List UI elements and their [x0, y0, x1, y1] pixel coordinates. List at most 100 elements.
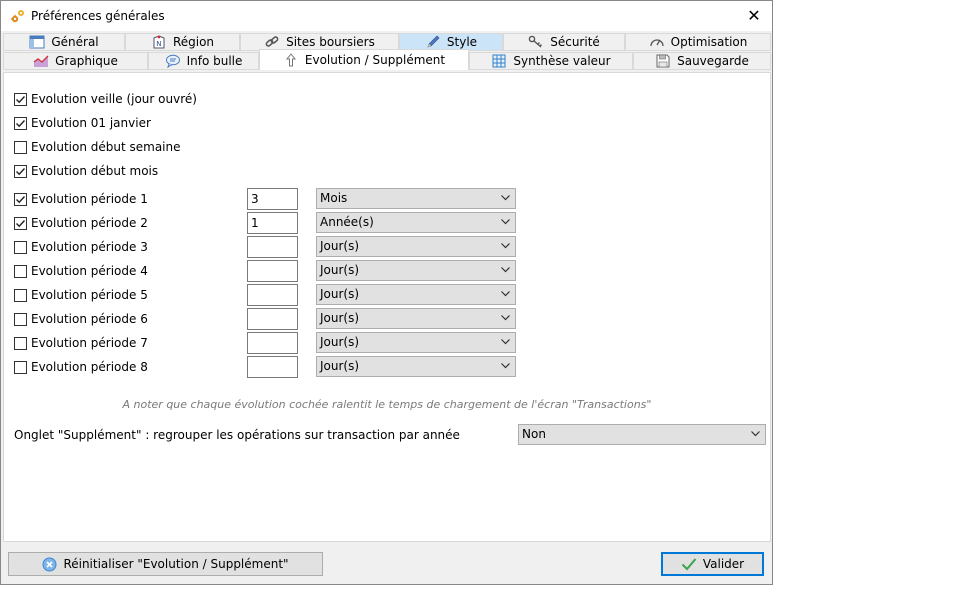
checkbox-row-evolution-01-janvier[interactable]: Evolution 01 janvier [14, 114, 151, 132]
window-icon [29, 35, 45, 49]
checkbox-label: Evolution début semaine [31, 140, 181, 154]
tab-general[interactable]: Général [3, 33, 125, 51]
periode-7-value-input[interactable] [247, 332, 298, 354]
tab-securite[interactable]: Sécurité [503, 33, 625, 51]
gears-icon [11, 10, 24, 23]
periode-7-unit-select[interactable]: Jour(s) [316, 332, 516, 353]
checkbox-label: Evolution période 1 [31, 192, 148, 206]
tab-label: Style [446, 35, 478, 49]
checkbox-label: Evolution période 7 [31, 336, 148, 350]
checkbox-row-periode-2[interactable]: Evolution période 2 [14, 214, 148, 232]
reset-button[interactable]: Réinitialiser "Evolution / Supplément" [8, 552, 323, 576]
periode-4-value-input[interactable] [247, 260, 298, 282]
checkmark-icon [16, 195, 26, 203]
tab-sauvegarde[interactable]: Sauvegarde [633, 52, 771, 70]
checkbox[interactable] [14, 140, 27, 154]
checkbox[interactable] [14, 216, 27, 230]
checkbox-label: Evolution période 8 [31, 360, 148, 374]
periode-8-unit-select[interactable]: Jour(s) [316, 356, 516, 377]
grid-icon [491, 54, 507, 68]
onglet-supplement-label: Onglet "Supplément" : regrouper les opér… [14, 428, 460, 442]
periode-1-unit-select[interactable]: Mois [316, 188, 516, 209]
chevron-down-icon [501, 315, 510, 321]
checkbox-label: Evolution période 6 [31, 312, 148, 326]
periode-4-unit-select[interactable]: Jour(s) [316, 260, 516, 281]
periode-3-value-input[interactable] [247, 236, 298, 258]
performance-note: A noter que chaque évolution cochée rale… [122, 398, 652, 411]
link-icon [264, 35, 280, 49]
checkbox-row-evolution-debut-semaine[interactable]: Evolution début semaine [14, 138, 181, 156]
region-icon: N [151, 35, 167, 49]
checkbox[interactable] [14, 192, 27, 206]
tab-label: Graphique [55, 54, 118, 68]
tab-label: Optimisation [670, 35, 748, 49]
periode-3-unit-select[interactable]: Jour(s) [316, 236, 516, 257]
periode-6-value-input[interactable] [247, 308, 298, 330]
checkbox-row-periode-5[interactable]: Evolution période 5 [14, 286, 148, 304]
floppy-icon [655, 54, 671, 68]
checkbox[interactable] [14, 164, 27, 178]
chevron-down-icon [501, 195, 510, 201]
checkmark-icon [16, 119, 26, 127]
checkbox-row-periode-1[interactable]: Evolution période 1 [14, 190, 148, 208]
periode-2-unit-select[interactable]: Année(s) [316, 212, 516, 233]
validate-button-label: Valider [702, 557, 745, 571]
checkbox[interactable] [14, 336, 27, 350]
reset-icon [42, 557, 57, 571]
checkbox[interactable] [14, 360, 27, 374]
checkmark-icon [16, 167, 26, 175]
tab-optimisation[interactable]: Optimisation [625, 33, 771, 51]
tab-label: Sécurité [550, 35, 600, 49]
chart-icon [33, 54, 49, 68]
periode-1-value-input[interactable]: 3 [247, 188, 298, 210]
close-icon: ✕ [747, 6, 761, 25]
checkbox-row-periode-7[interactable]: Evolution période 7 [14, 334, 148, 352]
checkbox[interactable] [14, 264, 27, 278]
checkbox-label: Evolution 01 janvier [31, 116, 151, 130]
select-value: Année(s) [320, 215, 374, 229]
tab-label: Sites boursiers [286, 35, 375, 49]
checkbox[interactable] [14, 240, 27, 254]
periode-5-value-input[interactable] [247, 284, 298, 306]
periode-2-value-input[interactable]: 1 [247, 212, 298, 234]
select-value: Non [522, 427, 546, 441]
checkbox-row-evolution-veille[interactable]: Evolution veille (jour ouvré) [14, 90, 197, 108]
checkbox-row-periode-6[interactable]: Evolution période 6 [14, 310, 148, 328]
tab-label: Région [172, 35, 215, 49]
periode-5-unit-select[interactable]: Jour(s) [316, 284, 516, 305]
tab-evolution-supplement[interactable]: Evolution / Supplément [259, 49, 469, 70]
checkbox-row-periode-4[interactable]: Evolution période 4 [14, 262, 148, 280]
key-icon [528, 35, 544, 49]
checkbox[interactable] [14, 92, 27, 106]
gauge-icon [649, 35, 665, 49]
periode-6-unit-select[interactable]: Jour(s) [316, 308, 516, 329]
tab-strip: Général N Région Sites boursiers Style S… [3, 33, 771, 72]
tab-synthese-valeur[interactable]: Synthèse valeur [469, 52, 633, 70]
checkbox[interactable] [14, 288, 27, 302]
onglet-supplement-select[interactable]: Non [518, 424, 766, 445]
checkbox-row-periode-8[interactable]: Evolution période 8 [14, 358, 148, 376]
tab-label: Général [51, 35, 99, 49]
checkmark-icon [16, 95, 26, 103]
checkbox-row-periode-3[interactable]: Evolution période 3 [14, 238, 148, 256]
periode-8-value-input[interactable] [247, 356, 298, 378]
chevron-down-icon [501, 339, 510, 345]
tab-label: Sauvegarde [677, 54, 749, 68]
tab-label: Evolution / Supplément [304, 53, 446, 67]
checkbox[interactable] [14, 116, 27, 130]
reset-button-label: Réinitialiser "Evolution / Supplément" [63, 557, 289, 571]
checkbox-label: Evolution période 2 [31, 216, 148, 230]
checkmark-icon [16, 219, 26, 227]
tab-info-bulle[interactable]: Info bulle [148, 52, 259, 70]
close-button[interactable]: ✕ [742, 5, 766, 27]
validate-button[interactable]: Valider [661, 552, 764, 576]
checkbox-row-evolution-debut-mois[interactable]: Evolution début mois [14, 162, 158, 180]
tab-graphique[interactable]: Graphique [3, 52, 148, 70]
tab-label: Info bulle [186, 54, 243, 68]
tab-content-panel: Evolution veille (jour ouvré) Evolution … [3, 72, 771, 542]
checkbox[interactable] [14, 312, 27, 326]
select-value: Jour(s) [320, 311, 360, 325]
checkbox-label: Evolution veille (jour ouvré) [31, 92, 197, 106]
tab-label: Synthèse valeur [513, 54, 611, 68]
tab-region[interactable]: N Région [125, 33, 240, 51]
